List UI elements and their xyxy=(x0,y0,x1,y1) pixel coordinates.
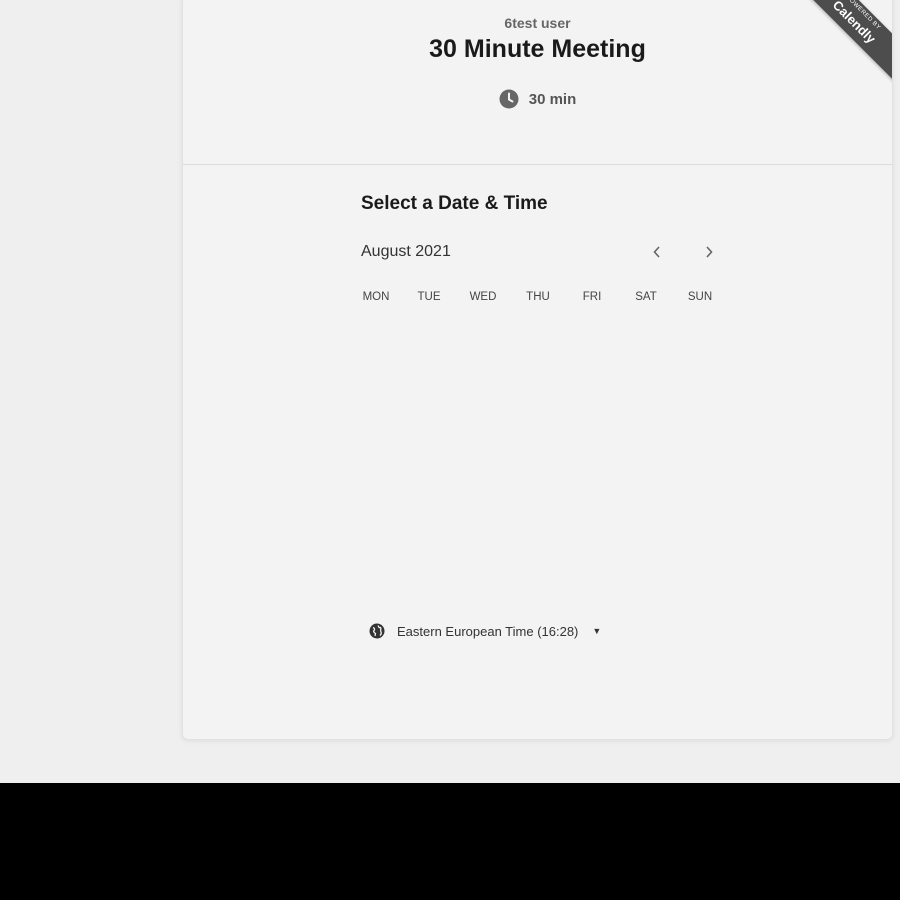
duration-label: 30 min xyxy=(528,90,577,108)
scheduling-card: 6test user 30 Minute Meeting 30 min POWE… xyxy=(182,0,893,740)
select-date-time-heading: Select a Date & Time xyxy=(361,193,548,214)
timezone-label: Eastern European Time (16:28) xyxy=(397,623,579,639)
caret-down-icon: ▼ xyxy=(592,626,602,636)
organizer-name: 6test user xyxy=(504,15,571,31)
previous-month-button[interactable] xyxy=(643,239,671,267)
next-month-button[interactable] xyxy=(695,239,723,267)
weekday-header: MON TUE WED THU FRI SAT SUN xyxy=(361,291,723,307)
event-duration: 30 min xyxy=(183,89,892,109)
weekday-fri: FRI xyxy=(582,291,602,303)
weekday-mon: MON xyxy=(362,291,390,303)
ribbon-brand: Calendly xyxy=(829,0,879,47)
chevron-left-icon xyxy=(652,243,662,264)
weekday-sat: SAT xyxy=(635,291,657,303)
weekday-sun: SUN xyxy=(687,291,713,303)
current-month-label: August 2021 xyxy=(361,243,451,260)
clock-icon xyxy=(499,89,519,109)
bottom-black-band xyxy=(0,783,900,900)
weekday-tue: TUE xyxy=(417,291,441,303)
event-header: 6test user 30 Minute Meeting 30 min xyxy=(183,0,892,165)
event-title: 30 Minute Meeting xyxy=(429,35,646,63)
powered-by-ribbon[interactable]: POWERED BY Calendly xyxy=(793,0,892,84)
globe-icon xyxy=(369,623,385,639)
weekday-thu: THU xyxy=(526,291,550,303)
weekday-wed: WED xyxy=(469,291,497,303)
chevron-right-icon xyxy=(704,243,714,264)
timezone-selector[interactable]: Eastern European Time (16:28) ▼ xyxy=(369,623,601,639)
